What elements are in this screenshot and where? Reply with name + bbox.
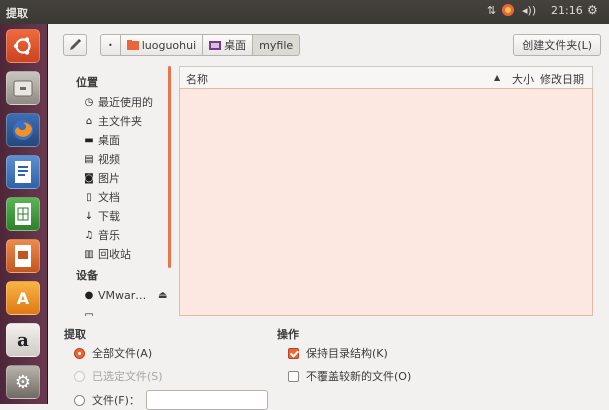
drive-icon: ▭ [84,309,94,317]
place-recent[interactable]: ◷ 最近使用的 [83,93,153,111]
trash-icon: ▥ [84,248,94,260]
path-crumb-desktop[interactable]: 桌面 [202,34,254,56]
list-header: 名称 ▲ 大小 修改日期 [179,66,593,88]
ubuntu-dash-icon[interactable] [6,29,40,63]
network-updown-icon[interactable]: ⇅ [487,4,496,17]
place-label: 文档 [98,191,120,204]
create-folder-button[interactable]: 创建文件夹(L) [513,34,601,56]
pencil-icon [70,39,81,50]
actions-heading: 操作 [277,328,299,341]
place-home[interactable]: ⌂ 主文件夹 [83,112,142,130]
place-downloads[interactable]: ↓ 下载 [83,207,120,225]
file-manager-icon[interactable] [6,71,40,105]
firefox-icon[interactable] [6,113,40,147]
place-label: 图片 [98,172,120,185]
path-crumb-label: luoguohui [141,38,197,52]
column-modified[interactable]: 修改日期 [540,71,584,87]
place-label: 音乐 [98,229,120,242]
camera-icon: ◙ [84,172,94,184]
no-overwrite-label: 不覆盖较新的文件(O) [306,370,412,383]
software-center-icon[interactable]: A [6,281,40,315]
place-music[interactable]: ♫ 音乐 [83,226,120,244]
edit-location-button[interactable] [63,34,87,56]
radio-indicator [74,347,85,359]
files-label: 文件(F)： [92,394,140,407]
selected-files-radio: 已选定文件(S) [74,368,163,384]
window-title: 提取 [6,7,28,20]
radio-indicator [74,370,85,382]
system-settings-icon[interactable]: ⚙ [6,365,40,399]
keep-structure-label: 保持目录结构(K) [306,347,388,360]
place-label: 桌面 [98,134,120,147]
files-radio[interactable]: 文件(F)： [74,392,140,408]
path-crumb-label: myfile [259,38,294,52]
file-list: 名称 ▲ 大小 修改日期 [179,66,593,316]
place-label: 回收站 [98,248,131,261]
path-crumb-label: 桌面 [224,39,247,52]
sidebar-scrollbar[interactable] [168,66,171,268]
device-label: VMwar… [98,288,147,302]
checkbox-indicator [288,347,299,359]
file-list-body[interactable] [179,88,593,316]
path-crumb-home[interactable]: luoguohui [119,34,204,56]
files-input[interactable] [146,390,268,410]
place-label: 视频 [98,153,120,166]
update-icon[interactable] [501,3,515,20]
path-back-button[interactable]: • [100,34,121,56]
libreoffice-impress-icon[interactable] [6,239,40,273]
place-partial: ▭ [83,306,98,317]
all-files-label: 全部文件(A) [92,347,153,360]
devices-heading: 设备 [76,269,98,282]
place-label: 主文件夹 [98,115,142,128]
place-label: 下载 [98,210,120,223]
path-crumb-myfile[interactable]: myfile [252,34,301,56]
places-sidebar: 位置 ◷ 最近使用的 ⌂ 主文件夹 ▬ 桌面 ▤ 视频 ◙ 图片 ▯ 文档 ↓ 下载 ♫ 音乐 … [63,66,173,316]
selected-files-label: 已选定文件(S) [92,370,163,383]
place-pictures[interactable]: ◙ 图片 [83,169,120,187]
clock[interactable]: 21:16 [551,4,583,17]
volume-icon[interactable]: ◂)) [522,4,536,17]
home-folder-icon [126,40,139,50]
eject-icon[interactable]: ⏏ [158,290,167,301]
recent-icon: ◷ [84,96,94,108]
places-heading: 位置 [76,76,98,89]
music-icon: ♫ [84,229,94,241]
left-arrow-icon: • [108,40,113,50]
place-documents[interactable]: ▯ 文档 [83,188,120,206]
desktop-icon: ▬ [84,134,94,146]
amazon-icon[interactable]: a [6,323,40,357]
launcher: A a ⚙ [0,24,48,404]
home-icon: ⌂ [85,115,93,127]
checkbox-indicator [288,370,299,382]
place-desktop[interactable]: ▬ 桌面 [83,131,120,149]
libreoffice-calc-icon[interactable] [6,197,40,231]
extract-dialog: • luoguohui 桌面 myfile 创建文件夹(L) 位置 ◷ 最近使用的… [48,24,609,410]
libreoffice-writer-icon[interactable] [6,155,40,189]
column-size[interactable]: 大小 [512,71,534,87]
document-icon: ▯ [86,191,92,203]
all-files-radio[interactable]: 全部文件(A) [74,345,152,361]
sort-ascending-icon: ▲ [494,73,501,82]
download-icon: ↓ [84,210,94,222]
path-bar: • luoguohui 桌面 myfile [100,34,301,56]
place-trash[interactable]: ▥ 回收站 [83,245,131,263]
video-icon: ▤ [84,153,94,165]
no-overwrite-checkbox[interactable]: 不覆盖较新的文件(O) [288,368,411,384]
top-panel: 提取 ⇅ ◂)) 21:16 ⚙ [0,0,609,24]
device-vmware[interactable]: ● VMwar… ⏏ [83,286,173,304]
column-name[interactable]: 名称 [186,71,208,87]
desktop-folder-icon [209,41,222,50]
gear-icon[interactable]: ⚙ [587,3,598,17]
place-label: 最近使用的 [98,96,153,109]
disc-icon: ● [84,289,94,301]
keep-structure-checkbox[interactable]: 保持目录结构(K) [288,345,388,361]
extract-heading: 提取 [64,328,86,341]
place-videos[interactable]: ▤ 视频 [83,150,120,168]
